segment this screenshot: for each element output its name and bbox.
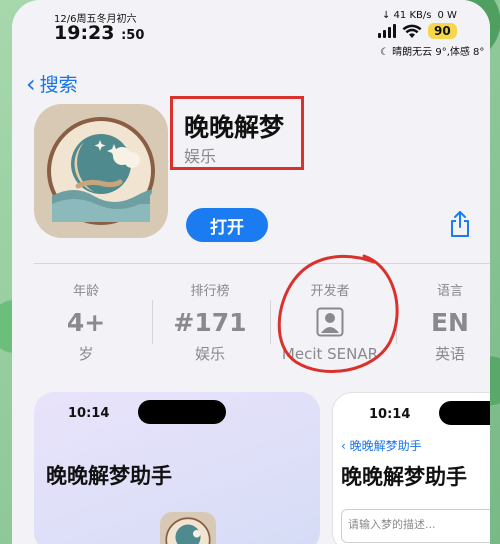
info-age-label: 年龄 [72,284,99,299]
info-age[interactable]: 年龄 4+ 岁 [26,272,146,364]
status-icons: 90 [378,23,457,39]
chevron-left-icon: ‹ [341,439,350,453]
screenshot-preview-1[interactable]: 10:14 晚晚解梦助手 [34,392,320,544]
app-store-screen: 12/6周五冬月初六 19:23 :50 ↓ 41 KB/s 0 W 90 ☾ … [12,0,490,544]
status-time-hm: 19:23 [54,22,115,44]
shot2-back-label: 晚晚解梦助手 [349,439,422,453]
dream-input-field: 请输入梦的描述... [341,509,490,543]
screenshot-preview-2[interactable]: 10:14 ‹ 晚晚解梦助手 晚晚解梦助手 请输入梦的描述... [332,392,490,544]
back-button[interactable]: ‹ 搜索 [26,70,78,97]
data-rate: 0 W [437,10,457,21]
weather-text: 晴朗无云 9°,体感 8° [392,47,485,58]
dream-moon-icon [165,517,211,544]
shot2-back: ‹ 晚晚解梦助手 [341,437,422,454]
share-icon[interactable] [448,210,472,238]
annotation-circle [277,254,399,374]
dynamic-island [138,400,226,424]
info-age-sub: 岁 [78,345,94,363]
cellular-signal-icon [378,24,396,38]
shot2-title: 晚晚解梦助手 [341,465,467,489]
back-label: 搜索 [39,74,78,96]
chevron-left-icon: ‹ [26,69,36,98]
annotation-rectangle [170,96,304,170]
app-icon [34,104,168,238]
status-weather: ☾ 晴朗无云 9°,体感 8° [380,43,484,58]
app-icon-small [160,512,216,544]
moon-icon: ☾ [380,47,389,58]
shot1-title: 晚晚解梦助手 [46,464,172,488]
status-network: ↓ 41 KB/s 0 W [382,10,457,21]
status-bar: 12/6周五冬月初六 19:23 :50 ↓ 41 KB/s 0 W 90 ☾ … [12,0,490,62]
status-time-seconds: :50 [121,28,145,43]
shot1-time: 10:14 [68,406,110,421]
info-rank-sub: 娱乐 [194,345,225,363]
wifi-icon [402,24,422,38]
info-rank-value: #171 [173,308,247,337]
info-age-value: 4+ [66,308,106,337]
battery-level: 90 [428,23,457,39]
dynamic-island [439,401,490,425]
net-speed: ↓ 41 KB/s [382,10,432,21]
divider [34,263,490,264]
open-button[interactable]: 打开 [186,208,268,242]
shot2-time: 10:14 [369,407,411,422]
info-rank-label: 排行榜 [190,284,230,299]
info-rank[interactable]: 排行榜 #171 娱乐 [150,272,270,364]
info-row: 年龄 4+ 岁 排行榜 #171 娱乐 开发者 Mecit SENAR 语言 E… [12,272,490,368]
status-time: 19:23 :50 [54,22,144,44]
dream-moon-icon [47,117,155,225]
